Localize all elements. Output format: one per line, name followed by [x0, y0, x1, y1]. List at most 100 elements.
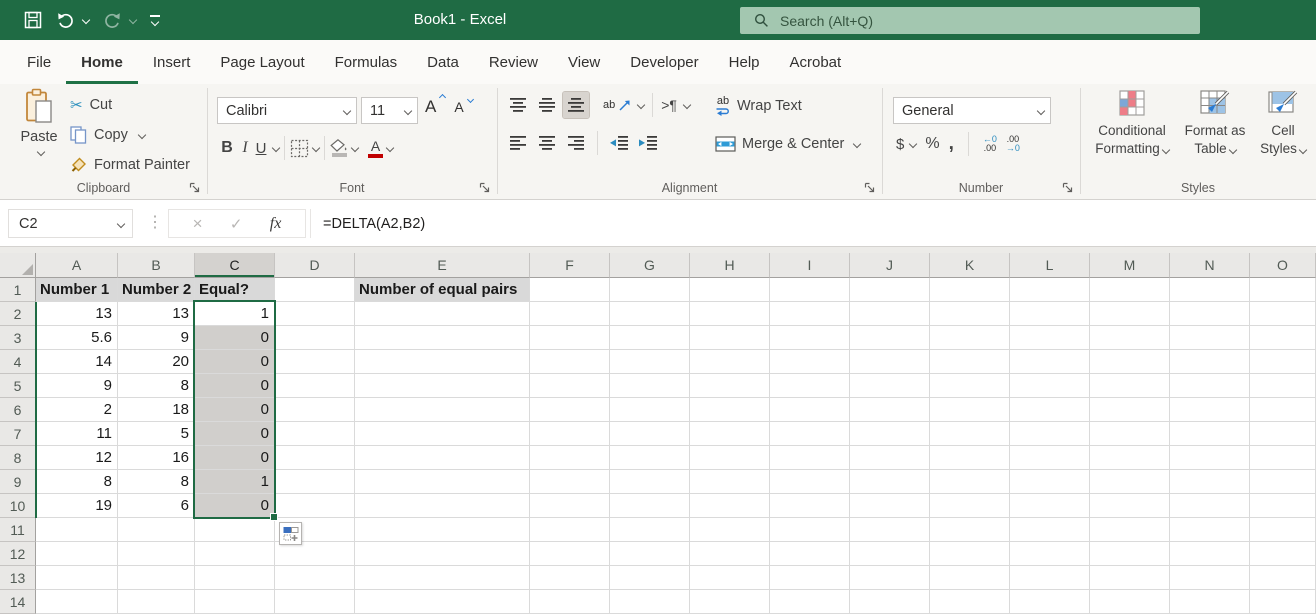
format-as-table-button[interactable]: Format as Table — [1178, 88, 1252, 157]
cell-A4[interactable]: 14 — [36, 350, 118, 374]
cell-K1[interactable] — [930, 278, 1010, 302]
cell-B12[interactable] — [118, 542, 195, 566]
cell-D1[interactable] — [275, 278, 355, 302]
cell-N13[interactable] — [1170, 566, 1250, 590]
increase-font-size-icon[interactable]: A — [425, 97, 444, 117]
paste-button[interactable]: Paste — [10, 88, 68, 184]
cell-B14[interactable] — [118, 590, 195, 614]
cell-F8[interactable] — [530, 446, 610, 470]
cell-M5[interactable] — [1090, 374, 1170, 398]
cell-M8[interactable] — [1090, 446, 1170, 470]
cell-F3[interactable] — [530, 326, 610, 350]
font-size-dropdown-icon[interactable] — [404, 106, 412, 114]
cell-L1[interactable] — [1010, 278, 1090, 302]
cell-K14[interactable] — [930, 590, 1010, 614]
cell-E9[interactable] — [355, 470, 530, 494]
cell-D2[interactable] — [275, 302, 355, 326]
cell-N4[interactable] — [1170, 350, 1250, 374]
cell-O3[interactable] — [1250, 326, 1316, 350]
cell-C2[interactable]: 1 — [195, 302, 275, 326]
merge-center-button[interactable]: Merge & Center — [715, 130, 860, 158]
cell-H12[interactable] — [690, 542, 770, 566]
cell-M9[interactable] — [1090, 470, 1170, 494]
font-name-dropdown-icon[interactable] — [343, 106, 351, 114]
cell-A6[interactable]: 2 — [36, 398, 118, 422]
cell-G14[interactable] — [610, 590, 690, 614]
bold-button[interactable]: B — [217, 139, 237, 157]
select-all-corner[interactable] — [0, 253, 36, 278]
clipboard-dialog-launcher-icon[interactable] — [189, 182, 200, 193]
underline-dropdown-icon[interactable] — [272, 144, 280, 152]
cell-styles-button[interactable]: Cell Styles — [1252, 88, 1314, 157]
row-header-14[interactable]: 14 — [0, 590, 36, 614]
cell-L6[interactable] — [1010, 398, 1090, 422]
number-format-dropdown-icon[interactable] — [1037, 106, 1045, 114]
cell-E11[interactable] — [355, 518, 530, 542]
column-header-I[interactable]: I — [770, 253, 850, 278]
cell-N6[interactable] — [1170, 398, 1250, 422]
cell-G8[interactable] — [610, 446, 690, 470]
cell-C11[interactable] — [195, 518, 275, 542]
cell-I12[interactable] — [770, 542, 850, 566]
cell-B8[interactable]: 16 — [118, 446, 195, 470]
tab-acrobat[interactable]: Acrobat — [775, 40, 857, 84]
cell-L12[interactable] — [1010, 542, 1090, 566]
cell-B1[interactable]: Number 2 — [118, 278, 195, 302]
cell-G5[interactable] — [610, 374, 690, 398]
cell-E6[interactable] — [355, 398, 530, 422]
cell-J14[interactable] — [850, 590, 930, 614]
column-header-H[interactable]: H — [690, 253, 770, 278]
cell-K9[interactable] — [930, 470, 1010, 494]
number-format-combo[interactable]: General — [893, 97, 1051, 124]
cell-H1[interactable] — [690, 278, 770, 302]
reading-order-icon[interactable]: >¶ — [661, 97, 677, 113]
cell-H4[interactable] — [690, 350, 770, 374]
cell-F14[interactable] — [530, 590, 610, 614]
cell-O10[interactable] — [1250, 494, 1316, 518]
row-header-9[interactable]: 9 — [0, 470, 36, 494]
cell-B5[interactable]: 8 — [118, 374, 195, 398]
cell-B6[interactable]: 18 — [118, 398, 195, 422]
cell-O6[interactable] — [1250, 398, 1316, 422]
cell-H5[interactable] — [690, 374, 770, 398]
cell-J3[interactable] — [850, 326, 930, 350]
cell-B4[interactable]: 20 — [118, 350, 195, 374]
cell-C10[interactable]: 0 — [195, 494, 275, 518]
cell-G1[interactable] — [610, 278, 690, 302]
cell-H9[interactable] — [690, 470, 770, 494]
row-header-7[interactable]: 7 — [0, 422, 36, 446]
cell-F5[interactable] — [530, 374, 610, 398]
row-header-2[interactable]: 2 — [0, 302, 36, 326]
cell-I6[interactable] — [770, 398, 850, 422]
cell-L5[interactable] — [1010, 374, 1090, 398]
cell-H2[interactable] — [690, 302, 770, 326]
cell-L9[interactable] — [1010, 470, 1090, 494]
cell-M6[interactable] — [1090, 398, 1170, 422]
font-size-combo[interactable]: 11 — [361, 97, 418, 124]
cell-N8[interactable] — [1170, 446, 1250, 470]
cell-J5[interactable] — [850, 374, 930, 398]
cell-A14[interactable] — [36, 590, 118, 614]
cell-A13[interactable] — [36, 566, 118, 590]
autofill-options-button[interactable] — [279, 522, 302, 545]
row-header-13[interactable]: 13 — [0, 566, 36, 590]
tab-insert[interactable]: Insert — [138, 40, 206, 84]
cell-C3[interactable]: 0 — [195, 326, 275, 350]
column-header-A[interactable]: A — [36, 253, 118, 278]
cell-D14[interactable] — [275, 590, 355, 614]
cell-A8[interactable]: 12 — [36, 446, 118, 470]
cell-I8[interactable] — [770, 446, 850, 470]
column-header-E[interactable]: E — [355, 253, 530, 278]
cell-J4[interactable] — [850, 350, 930, 374]
cell-N2[interactable] — [1170, 302, 1250, 326]
increase-decimal-icon[interactable]: ←0 .00 — [983, 135, 997, 153]
conditional-formatting-dropdown-icon[interactable] — [1162, 145, 1170, 153]
cell-C1[interactable]: Equal? — [195, 278, 275, 302]
cell-H14[interactable] — [690, 590, 770, 614]
cell-G11[interactable] — [610, 518, 690, 542]
cell-C6[interactable]: 0 — [195, 398, 275, 422]
cell-F10[interactable] — [530, 494, 610, 518]
cell-K11[interactable] — [930, 518, 1010, 542]
cell-M2[interactable] — [1090, 302, 1170, 326]
cell-B11[interactable] — [118, 518, 195, 542]
